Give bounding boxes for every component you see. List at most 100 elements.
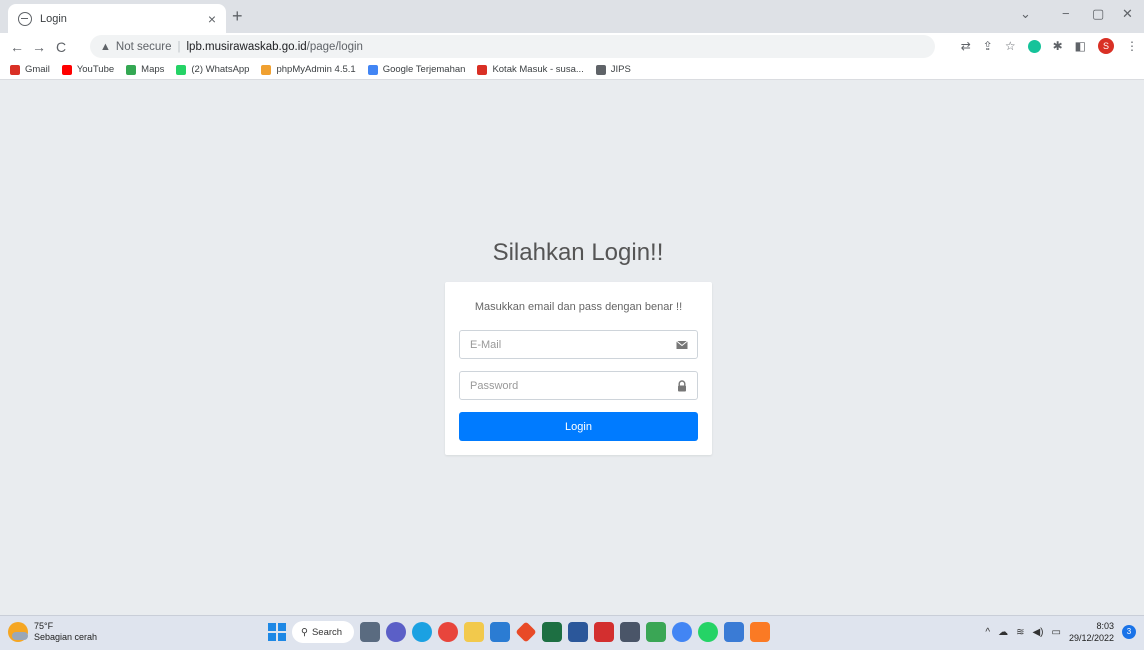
bookmark-label: (2) WhatsApp: [191, 64, 250, 75]
toolbar-icons: ⇄ ⇪ ☆ ✱ ◧ S ⋮: [961, 38, 1138, 54]
bookmark-label: Google Terjemahan: [382, 64, 466, 75]
grammarly-extension-icon[interactable]: [1027, 39, 1041, 53]
login-instruction: Masukkan email dan pass dengan benar !!: [474, 301, 683, 313]
bookmark-item[interactable]: Maps: [126, 64, 164, 75]
envelope-icon: [676, 340, 688, 349]
warning-icon[interactable]: ▲: [100, 41, 111, 53]
globe-icon: [18, 11, 32, 26]
windows-start-icon[interactable]: [268, 623, 286, 641]
word-icon[interactable]: [568, 622, 588, 642]
tab-close-button[interactable]: ×: [208, 12, 216, 26]
reload-button[interactable]: C: [50, 39, 72, 55]
excel-icon[interactable]: [542, 622, 562, 642]
extensions-puzzle-icon[interactable]: ✱: [1053, 38, 1063, 54]
password-field-wrapper: [459, 371, 698, 400]
gmail-icon: [477, 64, 488, 75]
url-domain: lpb.musirawaskab.go.id: [186, 40, 307, 53]
login-heading: Silahkan Login!!: [492, 239, 664, 266]
whatsapp-icon: [176, 64, 187, 75]
bookmark-item[interactable]: Google Terjemahan: [367, 64, 466, 75]
taskbar-search-label: Search: [311, 626, 343, 638]
restore-button[interactable]: ▢: [1092, 6, 1104, 22]
email-input[interactable]: [460, 331, 660, 358]
onedrive-cloud-icon[interactable]: ☁: [998, 627, 1008, 638]
weather-temperature: 75°F: [34, 621, 54, 631]
remote-desktop-icon[interactable]: [724, 622, 744, 642]
new-tab-button[interactable]: +: [232, 6, 243, 26]
browser-tabstrip: Login × + ⌄ − ▢ ✕: [0, 0, 1144, 33]
bookmark-item[interactable]: phpMyAdmin 4.5.1: [261, 64, 356, 75]
clock-date: 29/12/2022: [1068, 633, 1114, 643]
notification-badge[interactable]: 3: [1122, 625, 1136, 639]
anydesk-icon[interactable]: [515, 621, 537, 643]
clock[interactable]: 8:03 29/12/2022: [1069, 620, 1114, 644]
side-panel-icon[interactable]: ◧: [1075, 38, 1086, 54]
task-view-icon[interactable]: [360, 622, 380, 642]
battery-icon[interactable]: ▭: [1052, 627, 1061, 638]
tab-title: Login: [40, 12, 67, 25]
email-field-wrapper: [459, 330, 698, 359]
bookmark-label: phpMyAdmin 4.5.1: [276, 64, 356, 75]
maps-icon: [126, 64, 137, 75]
bookmark-label: Maps: [141, 64, 165, 75]
file-explorer-icon[interactable]: [464, 622, 484, 642]
bookmark-label: Gmail: [25, 64, 50, 75]
url-path: /page/login: [306, 40, 363, 53]
teams-chat-icon[interactable]: [386, 622, 406, 642]
bookmark-star-icon[interactable]: ☆: [1005, 38, 1016, 54]
wifi-icon[interactable]: ≋: [1016, 627, 1024, 638]
bookmark-item[interactable]: JIPS: [595, 64, 631, 75]
edge-browser-icon[interactable]: [412, 622, 432, 642]
system-tray: ^ ☁ ≋ ◀) ▭ 8:03 29/12/2022 3: [985, 620, 1136, 644]
back-button[interactable]: ←: [6, 39, 28, 55]
search-icon: ⚲: [301, 626, 308, 638]
bookmark-item[interactable]: Kotak Masuk - susa...: [477, 64, 584, 75]
terminal-icon[interactable]: [620, 622, 640, 642]
address-bar[interactable]: ▲ Not secure | lpb.musirawaskab.go.id /p…: [90, 35, 935, 58]
acrobat-icon[interactable]: [594, 622, 614, 642]
bookmarks-bar: Gmail YouTube Maps (2) WhatsApp phpMyAdmin 4…: [0, 60, 1144, 80]
login-button[interactable]: Login: [459, 412, 698, 441]
password-input[interactable]: [460, 372, 660, 399]
help-icon[interactable]: [672, 622, 692, 642]
bookmark-item[interactable]: (2) WhatsApp: [176, 64, 249, 75]
bookmark-label: JIPS: [610, 64, 631, 75]
taskbar-search[interactable]: ⚲ Search: [292, 621, 354, 643]
share-icon[interactable]: ⇪: [983, 38, 993, 54]
mail-icon[interactable]: [490, 622, 510, 642]
gmail-icon: [10, 64, 20, 75]
photos-icon[interactable]: [646, 622, 666, 642]
whatsapp-icon[interactable]: [698, 622, 718, 642]
weather-description: Sebagian cerah: [34, 632, 98, 642]
phpmyadmin-icon: [261, 64, 272, 75]
youtube-icon: [61, 64, 72, 75]
tab-search-dropdown[interactable]: ⌄: [1020, 6, 1031, 22]
partly-sunny-icon: [8, 622, 28, 642]
close-window-button[interactable]: ✕: [1122, 6, 1133, 22]
weather-widget[interactable]: 75°F Sebagian cerah: [8, 621, 97, 643]
login-page: Silahkan Login!! Masukkan email dan pass…: [0, 81, 1144, 615]
profile-avatar[interactable]: S: [1098, 38, 1114, 54]
book-icon: [595, 64, 606, 75]
url-separator: |: [177, 40, 181, 53]
taskbar-apps: ⚲ Search: [268, 621, 770, 643]
chrome-browser-icon[interactable]: [438, 622, 458, 642]
bookmark-item[interactable]: YouTube: [61, 64, 115, 75]
translate-icon: [367, 64, 378, 75]
forward-button[interactable]: →: [28, 39, 50, 55]
lock-icon: [678, 380, 686, 392]
volume-icon[interactable]: ◀): [1032, 627, 1043, 638]
clock-time: 8:03: [1096, 621, 1114, 631]
translate-page-icon[interactable]: ⇄: [961, 38, 971, 54]
bookmark-label: YouTube: [76, 64, 115, 75]
windows-taskbar: 75°F Sebagian cerah ⚲ Search ^ ☁ ≋ ◀) ▭: [0, 615, 1144, 650]
browser-tab[interactable]: Login ×: [8, 4, 226, 33]
menu-kebab-icon[interactable]: ⋮: [1126, 38, 1138, 54]
xampp-icon[interactable]: [750, 622, 770, 642]
minimize-button[interactable]: −: [1062, 6, 1070, 21]
login-card: Masukkan email dan pass dengan benar !! …: [445, 282, 712, 455]
tray-overflow-chevron[interactable]: ^: [985, 627, 990, 638]
bookmark-item[interactable]: Gmail: [10, 64, 50, 75]
bookmark-label: Kotak Masuk - susa...: [492, 64, 584, 75]
security-label[interactable]: Not secure: [116, 41, 172, 53]
